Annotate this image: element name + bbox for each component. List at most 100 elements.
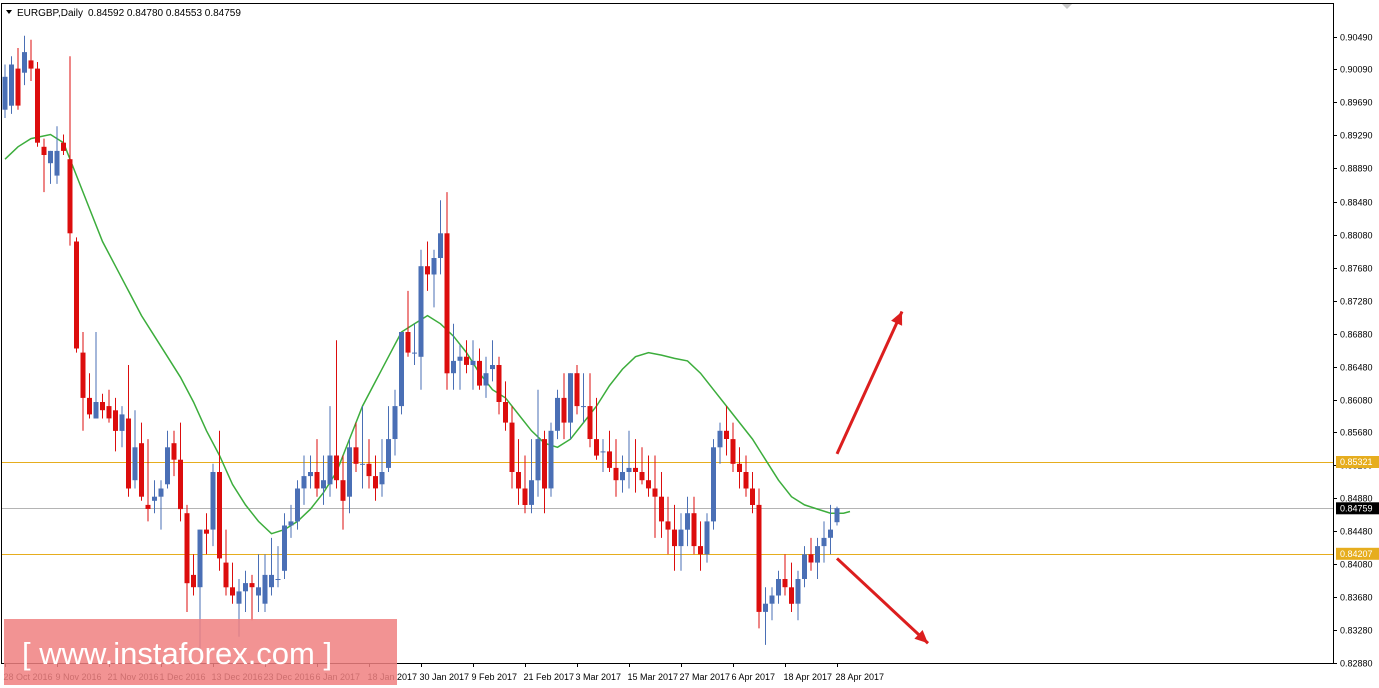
candle-body [126,418,131,489]
candle-body [353,447,359,464]
candle-body [132,447,138,481]
candle-body [48,150,53,164]
y-tick-label: 0.87280 [1340,297,1373,307]
candle-body [256,587,261,596]
candle-body [568,373,573,423]
candle-body [399,332,404,407]
y-tick-label: 0.82880 [1340,659,1373,669]
candle-body [516,472,521,489]
candle-body [470,360,476,365]
candle-body [22,52,27,73]
candle-body [574,373,580,407]
x-tick-label: 15 Mar 2017 [628,672,679,682]
candle-body [444,233,450,374]
candle-body [165,447,170,485]
candle-body [600,451,606,453]
candle-body [620,472,625,481]
candle-body [139,443,144,497]
candle-body [672,529,677,547]
candle-body [587,406,593,439]
y-tick-label: 0.83280 [1340,626,1373,636]
candle-body [152,496,157,501]
candle-body [724,430,729,439]
candle-body [67,159,73,234]
candle-body [438,233,443,258]
candle-body [80,352,86,398]
candle-body [607,451,612,468]
candle-body [158,488,164,497]
y-tick-label: 0.86880 [1340,330,1373,340]
candle-body [691,513,697,547]
candle-body [626,467,632,472]
candle-body [321,480,326,489]
candle-body [379,472,385,485]
y-tick-label: 0.90490 [1340,33,1373,43]
y-tick-label: 0.83680 [1340,593,1373,603]
candle-body [412,352,417,354]
level-tag-label: 0.84207 [1340,549,1373,559]
candle-body [431,258,437,275]
candle-body [665,521,671,530]
candle-body [594,439,599,456]
candle-body [834,508,840,523]
candle-body [405,332,411,353]
watermark-text: [ www.instaforex.com ] [22,636,332,671]
candle-body [308,472,313,477]
candle-body [425,266,430,275]
candle-body [808,554,814,563]
candle-body [236,591,242,604]
candle-body [737,463,742,472]
y-tick-label: 0.86080 [1340,396,1373,406]
price-chart[interactable]: 0.90490 0.90090 0.89690 0.89290 0.88890 0.884… [0,0,1379,688]
candle-body [243,583,248,592]
candle-body [678,529,684,547]
y-axis: 0.90490 0.90090 0.89690 0.89290 0.88890 0.884… [1333,33,1373,669]
y-tick-label: 0.86480 [1340,363,1373,373]
candle-body [386,439,391,468]
candle-body [802,554,807,579]
candle-body [204,529,209,534]
candle-body [646,480,651,489]
candle-body [652,488,658,497]
candle-body [61,142,66,151]
candle-body [171,443,177,460]
candle-body [295,488,300,522]
candle-body [639,472,645,481]
candle-body [509,422,515,472]
candle-body [633,467,638,472]
candle-body [763,603,768,612]
candle-body [717,430,723,448]
y-tick-label: 0.89290 [1340,131,1373,141]
candle-body [730,439,736,464]
x-tick-label: 30 Jan 2017 [420,672,470,682]
x-tick-label: 9 Feb 2017 [472,672,518,682]
candle-body [373,476,378,489]
candle-body [113,410,118,431]
candle-body [743,472,749,489]
candle-body [503,402,508,423]
y-tick-label: 0.90090 [1340,65,1373,75]
candle-body [35,68,40,143]
candle-body [93,402,99,419]
candle-body [828,529,833,538]
candle-body [210,472,216,530]
candle-body [145,504,151,509]
y-tick-label: 0.89690 [1340,98,1373,108]
candle-body [347,447,352,497]
candle-body [815,546,820,563]
level-tag-label: 0.85321 [1340,457,1373,467]
candle-body [230,587,235,596]
candle-body [795,579,801,604]
candle-body [711,447,716,522]
candle-body [685,513,690,530]
candle-body [288,521,294,526]
candle-body [100,402,105,411]
candle-body [2,76,8,110]
candle-body [87,397,92,415]
candle-body [282,525,287,571]
x-tick-label: 21 Feb 2017 [524,672,575,682]
x-tick-label: 3 Mar 2017 [576,672,622,682]
candle-body [418,266,424,357]
last-price-tag-label: 0.84759 [1340,503,1373,513]
x-tick-label: 27 Mar 2017 [680,672,731,682]
